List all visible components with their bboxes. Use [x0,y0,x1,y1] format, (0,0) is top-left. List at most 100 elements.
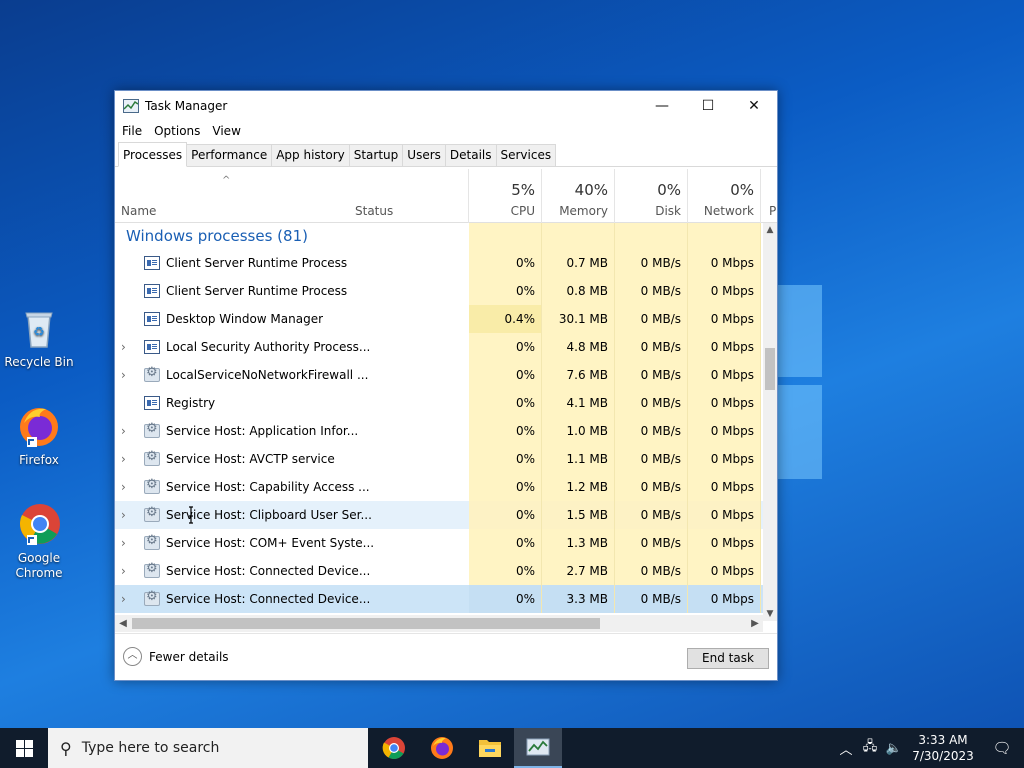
maximize-button[interactable]: ☐ [685,91,731,121]
gear-icon [144,589,160,606]
desktop-icon-firefox[interactable]: Firefox [4,403,74,468]
process-cpu: 0% [469,473,542,501]
expand-chevron-icon[interactable]: › [121,361,133,389]
table-row[interactable]: › Service Host: AVCTP service 0%1.1 MB0 MB… [115,445,763,473]
chevron-up-icon: ︿ [123,647,142,666]
column-header-memory[interactable]: 40% Memory [542,169,615,223]
menu-options[interactable]: Options [154,124,200,138]
tab-performance[interactable]: Performance [186,144,273,166]
table-row[interactable]: › Service Host: Connected Device... 0%3.3 … [115,585,763,613]
search-icon: ⚲ [60,738,72,758]
vertical-scroll-thumb[interactable] [765,348,775,390]
expand-chevron-icon[interactable]: › [121,417,133,445]
taskbar-chrome[interactable] [370,728,418,768]
process-name: Client Server Runtime Process [166,284,348,298]
desktop-icon-chrome[interactable]: Google Chrome [4,501,74,581]
process-disk: 0 MB/s [615,305,688,333]
scroll-left-icon[interactable]: ◀ [115,615,131,632]
scroll-down-icon[interactable]: ▼ [763,607,777,621]
column-header-disk[interactable]: 0% Disk [615,169,688,223]
taskbar-firefox[interactable] [418,728,466,768]
taskbar-task-manager[interactable] [514,728,562,768]
expand-chevron-icon[interactable]: › [121,473,133,501]
scroll-right-icon[interactable]: ▶ [747,615,763,632]
table-row[interactable]: › Service Host: Capability Access ... 0%1.… [115,473,763,501]
horizontal-scroll-thumb[interactable] [132,618,600,629]
window-icon [144,312,160,326]
minimize-button[interactable]: — [639,91,685,121]
process-disk: 0 MB/s [615,557,688,585]
tab-processes[interactable]: Processes [118,142,188,167]
vertical-scrollbar[interactable]: ▲ ▼ [763,223,777,621]
table-row[interactable]: › LocalServiceNoNetworkFirewall ... 0%7.6 … [115,361,763,389]
process-disk: 0 MB/s [615,417,688,445]
expand-chevron-icon[interactable]: › [121,585,133,613]
process-network: 0 Mbps [688,445,761,473]
expand-chevron-icon[interactable]: › [121,529,133,557]
process-name: Service Host: Capability Access ... [166,480,370,494]
gear-icon [144,505,160,522]
process-disk: 0 MB/s [615,333,688,361]
show-hidden-icons-chevron-icon[interactable]: ︿ [834,739,858,758]
tab-services[interactable]: Services [495,144,557,166]
process-memory: 1.3 MB [542,529,615,557]
desktop-icon-recycle-bin[interactable]: ♻ Recycle Bin [4,305,74,370]
process-cpu: 0% [469,557,542,585]
expand-chevron-icon[interactable]: › [121,557,133,585]
title-bar[interactable]: Task Manager — ☐ ✕ [115,91,777,121]
volume-icon[interactable]: 🔈 [882,741,906,756]
network-icon[interactable]: 🖧 [858,737,882,759]
table-row[interactable]: › Service Host: Application Infor... 0%1.0… [115,417,763,445]
close-button[interactable]: ✕ [731,91,777,121]
column-header-cpu[interactable]: 5% CPU [469,169,542,223]
table-row[interactable]: Client Server Runtime Process 0% 0.7 MB 0 M… [115,249,763,277]
fewer-details-button[interactable]: ︿ Fewer details [123,647,229,666]
expand-chevron-icon[interactable]: › [121,445,133,473]
process-name: Local Security Authority Process... [166,340,371,354]
taskbar-file-explorer[interactable] [466,728,514,768]
window-icon [144,340,160,354]
table-row[interactable]: › Service Host: COM+ Event Syste... 0%1.3 … [115,529,763,557]
table-row[interactable]: ›Service Host: Clipboard User Ser...0%1.… [115,501,763,529]
menu-view[interactable]: View [212,124,240,138]
expand-chevron-icon[interactable]: › [121,501,133,529]
tab-details[interactable]: Details [444,144,497,166]
desktop-icon-label: Google Chrome [15,551,63,580]
menu-file[interactable]: File [122,124,142,138]
scroll-up-icon[interactable]: ▲ [763,223,777,237]
process-name: Client Server Runtime Process [166,256,348,270]
process-network: 0 Mbps [688,529,761,557]
group-header-row[interactable]: Windows processes (81) [115,223,763,249]
recycle-bin-icon: ♻ [16,305,62,351]
tab-users[interactable]: Users [402,144,446,166]
start-button[interactable] [0,728,48,768]
table-row[interactable]: Desktop Window Manager 0.4% 30.1 MB 0 MB/s 0… [115,305,763,333]
table-row[interactable]: Client Server Runtime Process 0% 0.8 MB 0 M… [115,277,763,305]
sort-caret-icon: ^ [222,175,231,186]
column-header-name[interactable]: ^ Name [115,169,349,223]
column-header-network[interactable]: 0% Network [688,169,761,223]
process-network: 0 Mbps [688,585,761,613]
task-manager-icon [123,99,139,113]
process-cpu: 0% [469,501,542,529]
horizontal-scrollbar[interactable]: ◀ ▶ [115,615,763,632]
tab-startup[interactable]: Startup [348,144,404,166]
clock[interactable]: 3:33 AM 7/30/2023 [906,732,980,764]
process-disk: 0 MB/s [615,473,688,501]
process-network: 0 Mbps [688,501,761,529]
column-header-power[interactable]: P [761,169,777,223]
end-task-button[interactable]: End task [687,648,769,669]
process-disk: 0 MB/s [615,445,688,473]
process-cpu: 0% [469,529,542,557]
table-row[interactable]: › Local Security Authority Process... 0% 4.… [115,333,763,361]
expand-chevron-icon[interactable]: › [121,333,133,361]
tab-app-history[interactable]: App history [271,144,350,166]
process-disk: 0 MB/s [615,389,688,417]
notification-icon[interactable]: 🗨 [980,739,1024,757]
table-row[interactable]: Registry 0% 4.1 MB 0 MB/s 0 Mbps [115,389,763,417]
column-header-status[interactable]: Status [349,169,469,223]
taskbar-search-box[interactable]: ⚲ Type here to search [48,728,368,768]
process-name: Service Host: Connected Device... [166,564,371,578]
process-rows: Windows processes (81) Client Server Run… [115,223,763,621]
table-row[interactable]: › Service Host: Connected Device... 0%2.7 … [115,557,763,585]
